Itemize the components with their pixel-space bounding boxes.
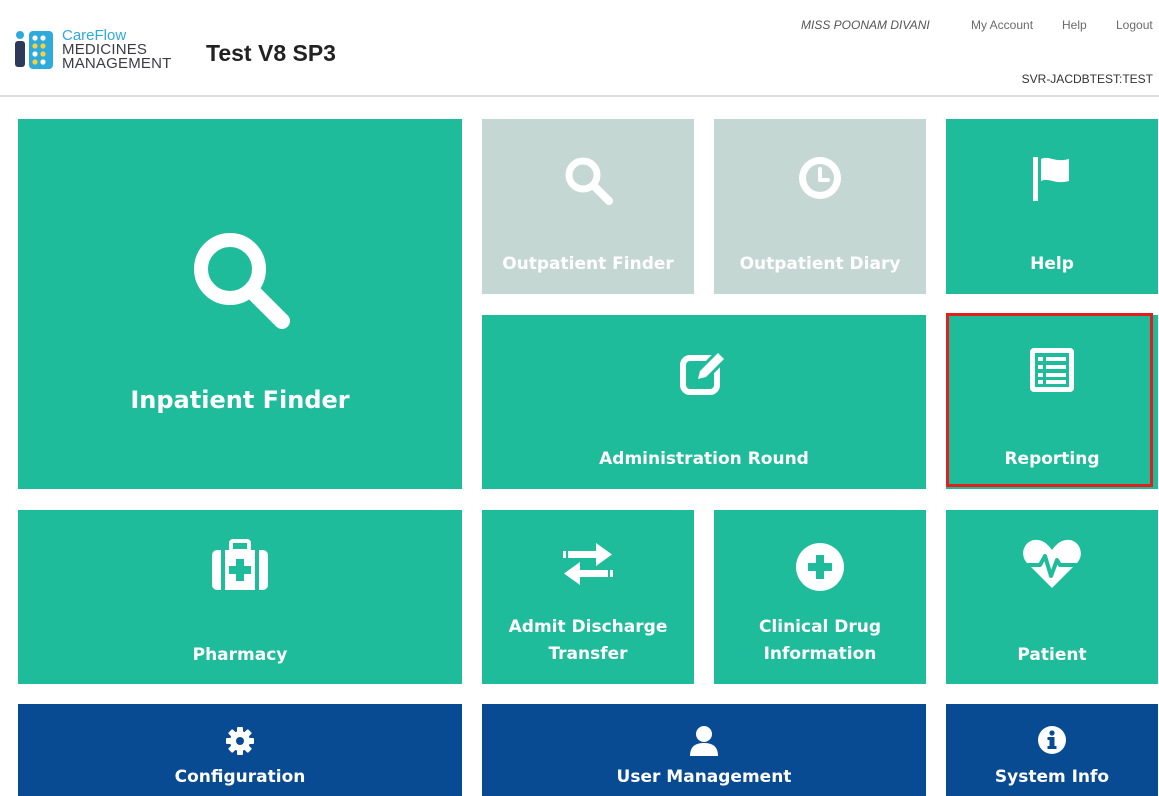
- tile-label-line2: Information: [763, 644, 877, 664]
- app-header: CareFlow MEDICINES MANAGEMENT Test V8 SP…: [0, 0, 1159, 97]
- clock-icon: [799, 157, 841, 199]
- server-name: SVR-JACDBTEST:TEST: [1021, 72, 1153, 86]
- tile-label: Inpatient Finder: [130, 386, 350, 414]
- info-icon: [1038, 726, 1066, 754]
- tile-label: Help: [1030, 254, 1074, 274]
- exchange-icon: [563, 543, 613, 585]
- medical-bag-icon: [212, 539, 268, 590]
- tile-label: Outpatient Diary: [739, 254, 901, 274]
- tile-label-line1: Admit Discharge: [508, 617, 668, 637]
- search-icon: [194, 233, 290, 329]
- tile-label: Reporting: [1004, 449, 1100, 469]
- logout-link[interactable]: Logout: [1116, 18, 1153, 32]
- careflow-logo-text: CareFlow MEDICINES MANAGEMENT: [62, 28, 172, 72]
- tile-clinical-drug-information[interactable]: Clinical Drug Information: [714, 510, 926, 684]
- user-name: MISS POONAM DIVANI: [801, 18, 930, 32]
- careflow-logo-icon: [15, 31, 53, 69]
- tile-inpatient-finder[interactable]: Inpatient Finder: [18, 119, 462, 489]
- tile-label: Patient: [1017, 645, 1087, 665]
- tile-user-management[interactable]: User Management: [482, 704, 926, 796]
- tile-label: Outpatient Finder: [502, 254, 674, 274]
- tile-admit-discharge-transfer[interactable]: Admit Discharge Transfer: [482, 510, 694, 684]
- heartbeat-icon: [1022, 539, 1082, 588]
- help-link[interactable]: Help: [1062, 18, 1087, 32]
- search-icon: [565, 157, 613, 205]
- logo-line-management: MANAGEMENT: [62, 55, 172, 72]
- tile-pharmacy[interactable]: Pharmacy: [18, 510, 462, 684]
- list-icon: [1030, 348, 1074, 392]
- user-icon: [690, 726, 718, 756]
- tile-system-info[interactable]: System Info: [946, 704, 1158, 796]
- plus-circle-icon: [796, 543, 844, 591]
- tile-label: Pharmacy: [192, 645, 288, 665]
- edit-icon: [680, 348, 729, 395]
- flag-icon: [1033, 157, 1069, 201]
- tile-label: Configuration: [174, 767, 306, 787]
- my-account-link[interactable]: My Account: [971, 18, 1033, 32]
- tile-label: User Management: [616, 767, 792, 787]
- tile-administration-round[interactable]: Administration Round: [482, 315, 926, 489]
- tile-configuration[interactable]: Configuration: [18, 704, 462, 796]
- tile-help[interactable]: Help: [946, 119, 1158, 294]
- tile-patient[interactable]: Patient: [946, 510, 1158, 684]
- tile-label-line2: Transfer: [548, 644, 628, 664]
- site-title: Test V8 SP3: [206, 40, 336, 66]
- tile-outpatient-diary: Outpatient Diary: [714, 119, 926, 294]
- tile-label-line1: Clinical Drug: [758, 617, 882, 637]
- tile-label: Administration Round: [599, 449, 809, 469]
- tile-label: System Info: [994, 767, 1110, 787]
- tile-reporting[interactable]: Reporting: [946, 315, 1158, 489]
- gear-icon: [226, 727, 254, 755]
- tile-outpatient-finder: Outpatient Finder: [482, 119, 694, 294]
